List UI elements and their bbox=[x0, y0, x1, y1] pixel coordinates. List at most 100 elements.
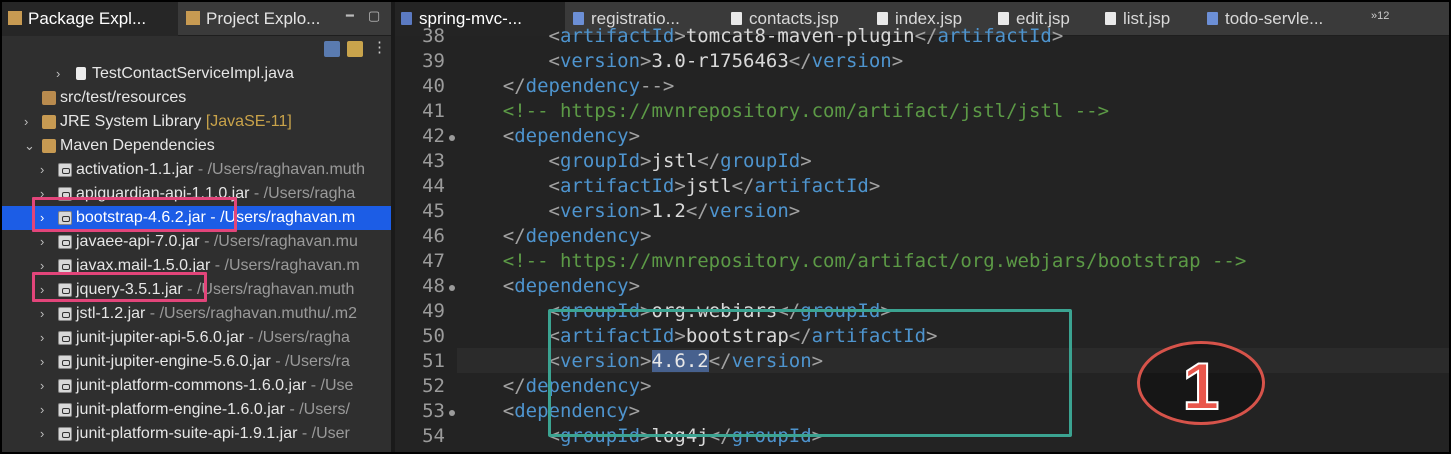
chevron-right-icon[interactable]: › bbox=[56, 62, 68, 86]
library-icon bbox=[42, 115, 56, 129]
editor-area: spring-mvc-... registratio... contacts.j… bbox=[395, 2, 1449, 452]
tab-package-explorer[interactable]: Package Expl... bbox=[2, 2, 178, 36]
line-number: 49 bbox=[422, 300, 445, 322]
jar-path: - /Users/ragha bbox=[249, 185, 356, 202]
chevron-right-icon[interactable]: › bbox=[40, 374, 52, 398]
tree-item-jar[interactable]: › jstl-1.2.jar - /Users/raghavan.muthu/.… bbox=[2, 302, 391, 326]
code-line[interactable]: </dependency> bbox=[457, 225, 652, 247]
highlight-box-bootstrap-dependency bbox=[548, 309, 1072, 437]
tree-item-testcontactserviceimpl[interactable]: › TestContactServiceImpl.java bbox=[2, 62, 391, 86]
tree-item-maven-dependencies[interactable]: ⌄ Maven Dependencies bbox=[2, 134, 391, 158]
tree-item-jar[interactable]: › junit-platform-engine-1.6.0.jar - /Use… bbox=[2, 398, 391, 422]
jar-icon bbox=[58, 427, 72, 441]
line-number-gutter: 38 39 40 41 42 43 44 45 46 47 48 49 50 51 52 53 54 bbox=[395, 25, 457, 452]
code-line[interactable]: <!-- https://mvnrepository.com/artifact/… bbox=[457, 100, 1109, 122]
tree-item-jar[interactable]: › junit-jupiter-engine-5.6.0.jar - /User… bbox=[2, 350, 391, 374]
fold-marker-icon[interactable] bbox=[449, 410, 455, 416]
minimize-icon[interactable]: ━ bbox=[346, 8, 354, 24]
bracket: > bbox=[674, 25, 686, 47]
tree-item-jar[interactable]: › activation-1.1.jar - /Users/raghavan.m… bbox=[2, 158, 391, 182]
fold-marker-icon[interactable] bbox=[449, 135, 455, 141]
bracket: < bbox=[548, 175, 560, 197]
chevron-down-icon[interactable]: ⌄ bbox=[24, 134, 36, 158]
line-number: 51 bbox=[422, 350, 445, 372]
xml-tag: dependency bbox=[514, 125, 629, 147]
chevron-right-icon[interactable]: › bbox=[24, 110, 36, 134]
xml-file-icon bbox=[1207, 12, 1218, 25]
fold-marker-icon[interactable] bbox=[449, 285, 455, 291]
link-with-editor-icon[interactable] bbox=[347, 41, 363, 57]
view-menu-icon[interactable]: ⋮ bbox=[372, 38, 387, 56]
chevron-right-icon[interactable]: › bbox=[40, 326, 52, 350]
line-number: 39 bbox=[422, 50, 445, 72]
bracket: </ bbox=[788, 50, 812, 72]
code-line[interactable]: </dependency--> bbox=[457, 75, 675, 97]
line-number: 52 bbox=[422, 375, 445, 397]
explorer-toolbar: ⋮ bbox=[2, 36, 391, 62]
more-tabs-button[interactable]: »12 bbox=[1371, 10, 1389, 22]
code-line[interactable]: <version>1.2</version> bbox=[457, 200, 801, 222]
chevron-right-icon[interactable]: › bbox=[40, 302, 52, 326]
jar-path: - /Users/raghavan.mu bbox=[199, 233, 358, 250]
code-line[interactable]: <groupId>jstl</groupId> bbox=[457, 150, 812, 172]
bracket: > bbox=[891, 50, 904, 72]
xml-comment: <!-- https://mvnrepository.com/artifact/… bbox=[502, 100, 1110, 122]
tree-item-src-test-resources[interactable]: src/test/resources bbox=[2, 86, 391, 110]
collapse-all-icon[interactable] bbox=[324, 41, 340, 57]
xml-value: jstl bbox=[685, 175, 732, 197]
bracket: > bbox=[800, 150, 812, 172]
maximize-icon[interactable]: ▢ bbox=[368, 8, 380, 24]
step-badge: 1 bbox=[1137, 341, 1265, 425]
tree-item-jar[interactable]: › junit-platform-commons-1.6.0.jar - /Us… bbox=[2, 374, 391, 398]
tree-item-jar[interactable]: › junit-jupiter-api-5.6.0.jar - /Users/r… bbox=[2, 326, 391, 350]
chevron-right-icon[interactable]: › bbox=[40, 158, 52, 182]
tree-item-jre-system-library[interactable]: › JRE System Library [JavaSE-11] bbox=[2, 110, 391, 134]
tree-item-label: Maven Dependencies bbox=[60, 137, 215, 154]
line-number: 48 bbox=[422, 275, 445, 297]
jar-path: - /Users/raghavan.muth bbox=[182, 281, 355, 298]
chevron-right-icon[interactable]: › bbox=[40, 422, 52, 446]
bracket: < bbox=[502, 125, 515, 147]
bracket: > bbox=[640, 50, 652, 72]
code-line[interactable]: <version>3.0-r1756463</version> bbox=[457, 50, 904, 72]
jsp-file-icon bbox=[877, 12, 888, 25]
code-line[interactable]: <dependency> bbox=[457, 275, 640, 297]
xml-tag: dependency bbox=[525, 225, 641, 247]
xml-value: tomcat8-maven-plugin bbox=[685, 25, 915, 47]
code-line[interactable]: <!-- https://mvnrepository.com/artifact/… bbox=[457, 250, 1247, 272]
tree-item-jar[interactable]: › junit-platform-suite-api-1.9.1.jar - /… bbox=[2, 422, 391, 446]
chevron-right-icon[interactable]: › bbox=[40, 230, 52, 254]
tab-project-explorer[interactable]: Project Explo... bbox=[180, 2, 330, 36]
jsp-file-icon bbox=[1105, 12, 1116, 25]
code-line[interactable]: <dependency> bbox=[457, 125, 640, 147]
chevron-right-icon[interactable]: › bbox=[40, 350, 52, 374]
line-number: 45 bbox=[422, 200, 445, 222]
tree-item-jar[interactable]: › javaee-api-7.0.jar - /Users/raghavan.m… bbox=[2, 230, 391, 254]
jar-path: - /Users/ragha bbox=[244, 329, 350, 346]
chevron-right-icon[interactable]: › bbox=[40, 398, 52, 422]
tab-list-jsp[interactable]: list.jsp bbox=[1105, 2, 1170, 36]
code-line[interactable]: <artifactId>tomcat8-maven-plugin</artifa… bbox=[457, 25, 1064, 47]
xml-file-icon bbox=[573, 12, 584, 25]
jar-path: - /Users/ bbox=[285, 401, 350, 418]
xml-value: jstl bbox=[651, 150, 698, 172]
xml-tag: artifactId bbox=[754, 175, 869, 197]
jar-icon bbox=[58, 307, 72, 321]
code-line[interactable]: <artifactId>jstl</artifactId> bbox=[457, 175, 881, 197]
code-view[interactable]: 38 39 40 41 42 43 44 45 46 47 48 49 50 51 52 53 54 <arti… bbox=[395, 25, 1449, 452]
folder-icon bbox=[42, 91, 56, 105]
bracket: < bbox=[548, 150, 560, 172]
tree-item-label: JRE System Library bbox=[60, 113, 202, 130]
bracket: > bbox=[640, 225, 652, 247]
jar-path: - /Users/raghavan.muthu/.m2 bbox=[145, 305, 357, 322]
bracket: > bbox=[628, 125, 641, 147]
tab-todo-servlet[interactable]: todo-servle... bbox=[1207, 2, 1323, 36]
